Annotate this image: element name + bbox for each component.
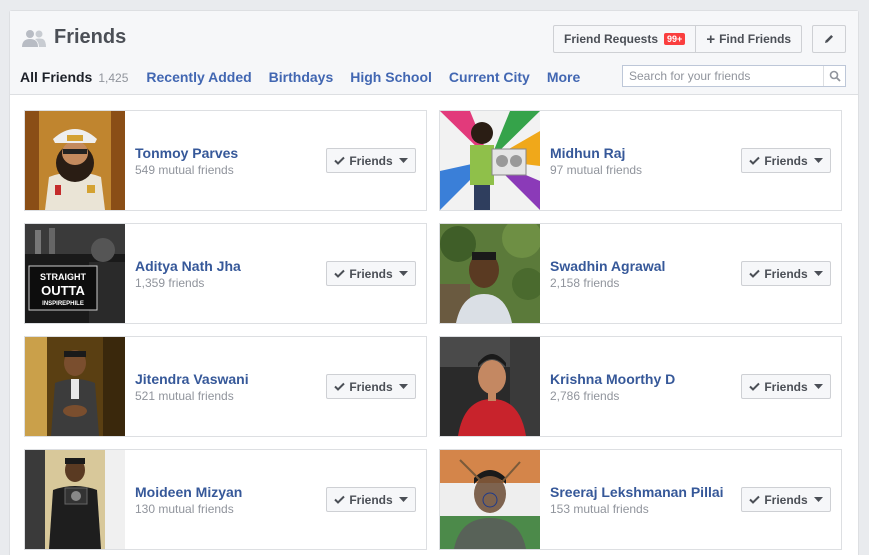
friend-subtitle: 2,158 friends [550,276,620,290]
search-input[interactable] [623,66,823,86]
friends-status-button[interactable]: Friends [326,261,416,286]
search-icon [829,70,841,82]
friend-card: Tonmoy Parves 549 mutual friends Friends [24,110,427,211]
chevron-down-icon [398,497,408,502]
friends-status-label: Friends [764,266,808,281]
page-title: Friends [54,26,127,48]
tab-birthdays[interactable]: Birthdays [269,69,334,85]
friends-status-button[interactable]: Friends [326,148,416,173]
friend-photo[interactable] [25,337,125,436]
check-icon [334,156,346,165]
friend-name[interactable]: Moideen Mizyan [135,484,242,500]
check-icon [749,269,761,278]
friends-icon [22,29,46,47]
friend-requests-badge: 99+ [664,33,686,45]
friend-search [622,65,846,87]
friend-card: Krishna Moorthy D 2,786 friends Friends [439,336,842,437]
friend-name[interactable]: Tonmoy Parves [135,145,238,161]
friend-requests-label: Friend Requests [564,32,659,46]
svg-text:STRAIGHT: STRAIGHT [40,272,87,282]
friend-subtitle: 153 mutual friends [550,502,649,516]
check-icon [749,382,761,391]
friend-card: Sreeraj Lekshmanan Pillai 153 mutual fri… [439,449,842,550]
check-icon [749,495,761,504]
friends-status-label: Friends [764,492,808,507]
header-button-group: Friend Requests 99+ + Find Friends [553,25,803,53]
svg-text:OUTTA: OUTTA [41,283,85,298]
friend-photo[interactable] [440,224,540,323]
plus-icon: + [706,30,716,48]
chevron-down-icon [813,384,823,389]
check-icon [749,156,761,165]
friend-name[interactable]: Sreeraj Lekshmanan Pillai [550,484,724,500]
friends-status-button[interactable]: Friends [741,261,831,286]
friend-subtitle: 130 mutual friends [135,502,234,516]
friends-status-button[interactable]: Friends [326,487,416,512]
friend-name[interactable]: Jitendra Vaswani [135,371,249,387]
chevron-down-icon [398,384,408,389]
friend-card: Midhun Raj 97 mutual friends Friends [439,110,842,211]
friends-status-button[interactable]: Friends [741,487,831,512]
friend-subtitle: 97 mutual friends [550,163,643,177]
chevron-down-icon [398,158,408,163]
friends-status-label: Friends [764,379,808,394]
friend-card: Moideen Mizyan 130 mutual friends Friend… [24,449,427,550]
tab-current-city[interactable]: Current City [449,69,530,85]
search-button[interactable] [823,66,845,86]
friends-status-label: Friends [349,266,393,281]
friends-status-button[interactable]: Friends [741,374,831,399]
friends-status-label: Friends [349,379,393,394]
friend-name[interactable]: Aditya Nath Jha [135,258,241,274]
friend-subtitle: 521 mutual friends [135,389,234,403]
friend-name[interactable]: Krishna Moorthy D [550,371,675,387]
friend-photo[interactable] [440,450,540,549]
find-friends-label: Find Friends [719,32,792,46]
friends-panel: Friends Friend Requests 99+ + Find Frien… [9,10,859,555]
chevron-down-icon [813,497,823,502]
friend-requests-button[interactable]: Friend Requests 99+ [553,25,697,53]
chevron-down-icon [813,158,823,163]
friend-photo[interactable] [25,450,125,549]
svg-text:INSPIREPHILE: INSPIREPHILE [42,301,84,307]
edit-button[interactable] [812,25,846,53]
tab-more[interactable]: More [547,69,580,85]
chevron-down-icon [813,271,823,276]
friend-photo[interactable] [440,337,540,436]
friends-status-button[interactable]: Friends [326,374,416,399]
all-friends-count: 1,425 [98,71,129,85]
friends-status-label: Friends [764,153,808,168]
check-icon [334,382,346,391]
friend-photo[interactable] [25,111,125,210]
title-wrap: Friends [22,26,126,49]
friend-card: Jitendra Vaswani 521 mutual friends Frie… [24,336,427,437]
friend-photo[interactable] [440,111,540,210]
friends-header: Friends Friend Requests 99+ + Find Frien… [10,11,858,95]
check-icon [334,269,346,278]
friends-status-label: Friends [349,492,393,507]
friend-card: Swadhin Agrawal 2,158 friends Friends [439,223,842,324]
friend-name[interactable]: Swadhin Agrawal [550,258,665,274]
friend-subtitle: 2,786 friends [550,389,620,403]
friend-subtitle: 549 mutual friends [135,163,234,177]
friend-photo[interactable]: STRAIGHT OUTTA INSPIREPHILE [25,224,125,323]
chevron-down-icon [398,271,408,276]
friends-status-label: Friends [349,153,393,168]
tab-recently-added[interactable]: Recently Added [146,69,251,85]
friends-tabs: All Friends 1,425 Recently Added Birthda… [20,69,597,85]
tab-all-friends[interactable]: All Friends [20,69,92,85]
tab-high-school[interactable]: High School [350,69,432,85]
check-icon [334,495,346,504]
friend-card: STRAIGHT OUTTA INSPIREPHILE Aditya Nath … [24,223,427,324]
friends-status-button[interactable]: Friends [741,148,831,173]
pencil-icon [825,35,833,43]
friend-subtitle: 1,359 friends [135,276,205,290]
friend-name[interactable]: Midhun Raj [550,145,625,161]
find-friends-button[interactable]: + Find Friends [696,25,803,53]
